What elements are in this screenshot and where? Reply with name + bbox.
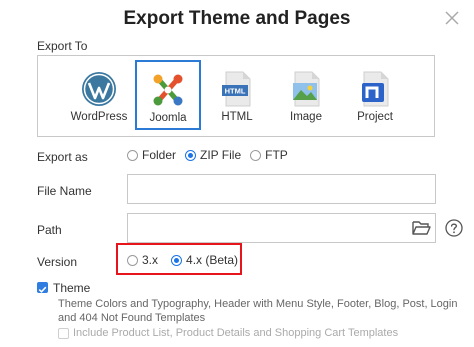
- target-joomla[interactable]: Joomla: [135, 60, 201, 130]
- file-name-label: File Name: [37, 184, 92, 198]
- target-project[interactable]: Project: [342, 61, 408, 131]
- target-label: Joomla: [149, 112, 187, 124]
- close-icon[interactable]: [443, 9, 461, 27]
- include-products-label: Include Product List, Product Details an…: [73, 327, 399, 339]
- html-file-icon: HTML: [222, 71, 251, 107]
- path-label: Path: [37, 223, 62, 237]
- radio-label: Folder: [142, 148, 177, 162]
- help-icon[interactable]: [445, 219, 463, 237]
- radio-dot: [127, 149, 138, 161]
- radio-version-3x[interactable]: 3.x: [127, 253, 158, 267]
- export-to-label: Export To: [37, 39, 88, 53]
- path-field[interactable]: [127, 213, 436, 243]
- dialog-title: Export Theme and Pages: [123, 8, 351, 29]
- radio-folder[interactable]: Folder: [127, 148, 176, 162]
- target-wordpress[interactable]: WordPress: [66, 61, 132, 131]
- radio-dot: [127, 254, 138, 266]
- target-label: Project: [357, 111, 393, 123]
- theme-checkbox[interactable]: [37, 282, 48, 293]
- version-label: Version: [37, 255, 78, 269]
- folder-open-icon[interactable]: [411, 219, 431, 237]
- target-label: HTML: [221, 111, 253, 123]
- include-products-checkbox[interactable]: [58, 328, 69, 339]
- radio-label: FTP: [265, 148, 288, 162]
- version-options: 3.x 4.x (Beta): [127, 253, 247, 267]
- target-label: Image: [290, 111, 322, 123]
- export-as-options: Folder ZIP File FTP: [127, 148, 297, 162]
- radio-label: 3.x: [142, 253, 159, 267]
- joomla-icon: [153, 74, 183, 106]
- radio-zip-file[interactable]: ZIP File: [185, 148, 241, 162]
- export-as-label: Export as: [37, 150, 88, 164]
- target-label: WordPress: [70, 111, 128, 123]
- svg-text:HTML: HTML: [225, 87, 246, 96]
- file-name-input[interactable]: [127, 174, 436, 204]
- radio-label: 4.x (Beta): [186, 253, 239, 267]
- theme-description: Theme Colors and Typography, Header with…: [58, 298, 458, 324]
- radio-dot: [171, 254, 183, 266]
- check-icon: [38, 286, 47, 293]
- target-html[interactable]: HTML HTML: [204, 61, 270, 131]
- radio-version-4x[interactable]: 4.x (Beta): [171, 253, 238, 267]
- wordpress-icon: [82, 72, 116, 106]
- radio-dot: [250, 149, 262, 161]
- export-targets: WordPress Joomla HTML HTML Image Project: [37, 55, 435, 137]
- radio-label: ZIP File: [200, 148, 242, 162]
- theme-label: Theme: [53, 281, 91, 295]
- target-image[interactable]: Image: [273, 61, 339, 131]
- image-file-icon: [293, 71, 320, 107]
- project-file-icon: [362, 71, 389, 107]
- radio-dot: [185, 149, 197, 161]
- radio-ftp[interactable]: FTP: [250, 148, 288, 162]
